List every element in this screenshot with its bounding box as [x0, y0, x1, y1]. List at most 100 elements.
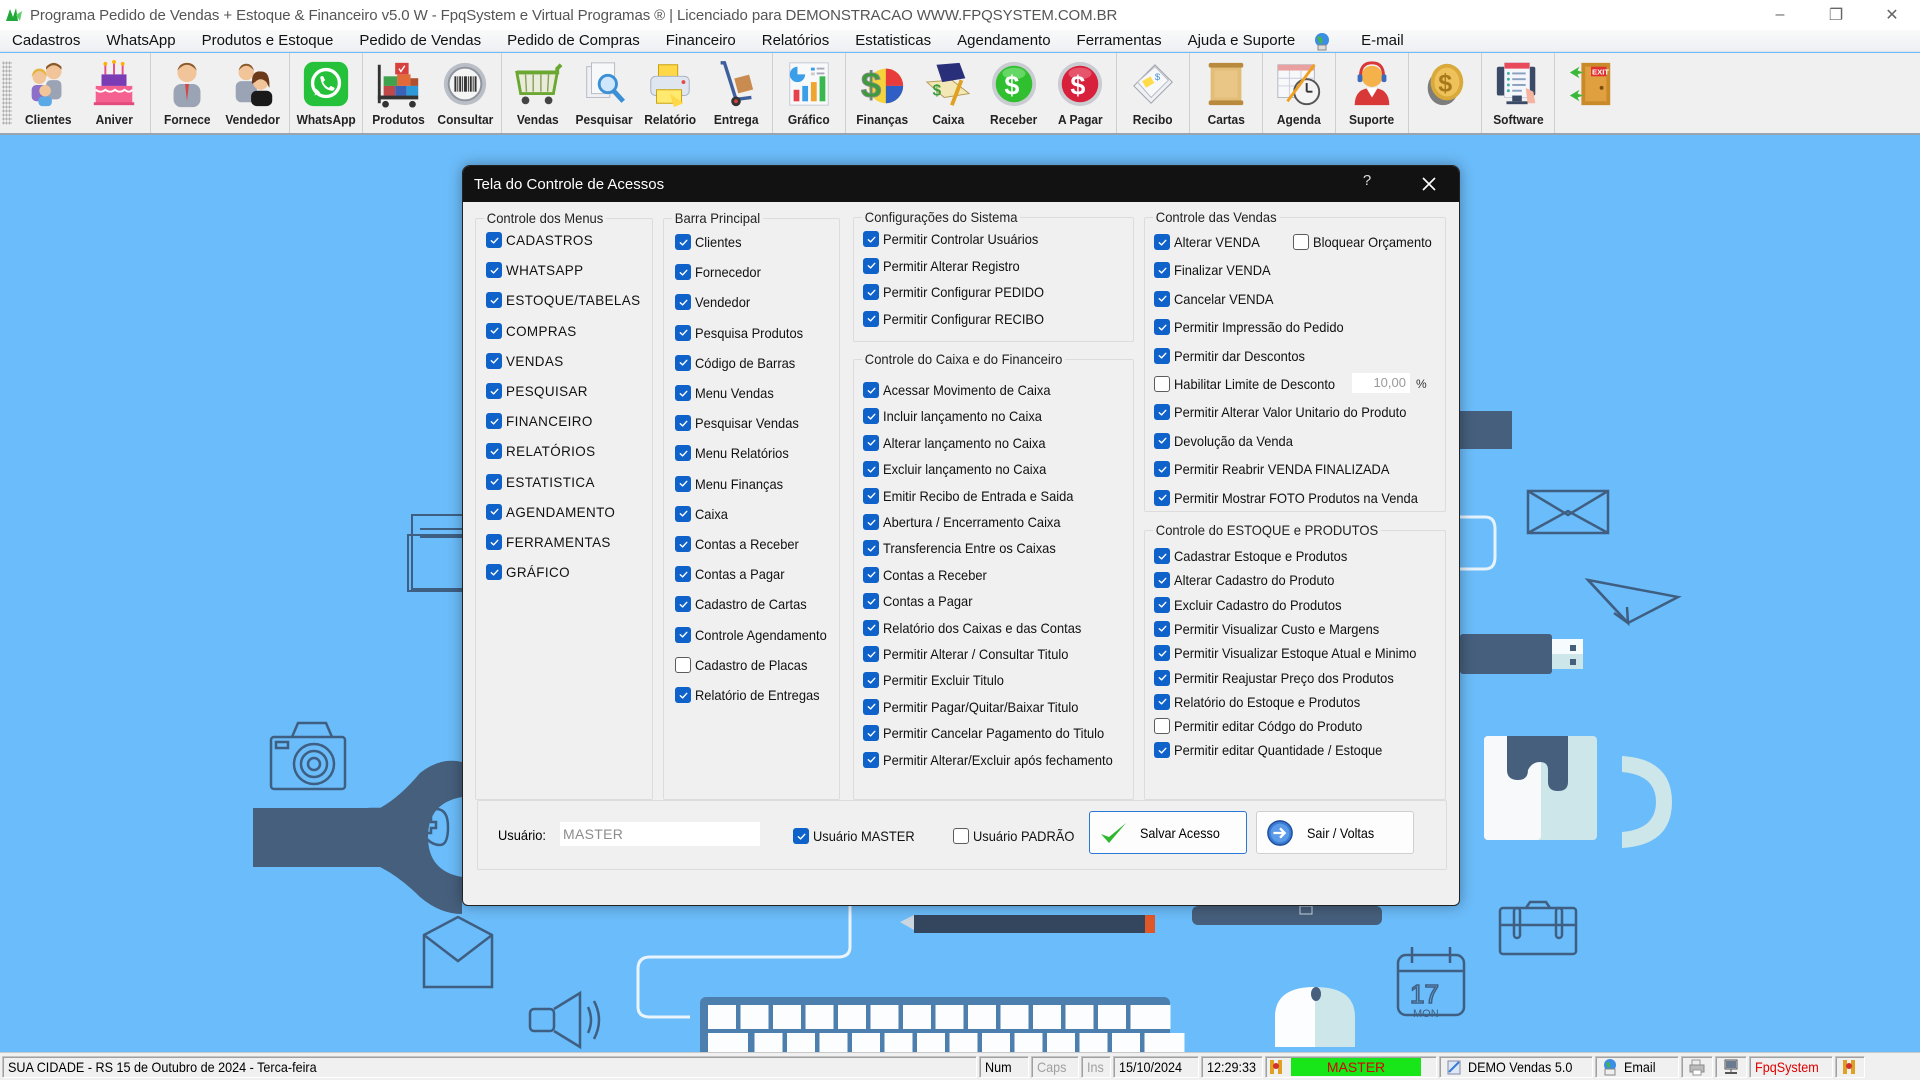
checkbox-vendas-item[interactable]: Permitir dar Descontos [1154, 347, 1316, 364]
menu-produtos-estoque[interactable]: Produtos e Estoque [189, 32, 347, 49]
toolbar-recibo-button[interactable]: $ Recibo [1120, 53, 1186, 133]
globe-help-icon[interactable] [1312, 31, 1332, 51]
checkbox-box[interactable] [1154, 262, 1170, 279]
checkbox-menus-item[interactable]: ESTOQUE/TABELAS [486, 292, 646, 309]
menu-financeiro[interactable]: Financeiro [653, 32, 749, 49]
checkbox-box[interactable] [863, 566, 879, 583]
checkbox-box[interactable] [863, 257, 879, 274]
checkbox-box[interactable] [1154, 742, 1170, 759]
checkbox-barra-item[interactable]: Clientes [675, 234, 746, 250]
checkbox-box[interactable] [1154, 432, 1170, 449]
checkbox-box[interactable] [675, 324, 691, 341]
checkbox-usuario-padrao[interactable]: Usuário PADRÃO [953, 828, 1083, 844]
checkbox-caixa-item[interactable]: Permitir Cancelar Pagamento do Titulo [863, 725, 1123, 742]
checkbox-box[interactable] [863, 619, 879, 636]
checkbox-vendas-item[interactable]: Cancelar VENDA [1154, 290, 1282, 307]
checkbox-box[interactable] [675, 566, 691, 583]
checkbox-box[interactable] [486, 473, 502, 490]
checkbox-box[interactable] [1154, 347, 1170, 364]
toolbar-consultar-button[interactable]: Consultar [432, 53, 498, 133]
checkbox-box[interactable] [1154, 319, 1170, 336]
checkbox-barra-item[interactable]: Menu Finanças [675, 475, 791, 492]
checkbox-box[interactable] [486, 383, 502, 399]
checkbox-vendas-item[interactable]: Devolução da Venda [1154, 432, 1303, 449]
checkbox-box[interactable] [1154, 572, 1170, 589]
checkbox-menus-item[interactable]: AGENDAMENTO [486, 503, 620, 520]
checkbox-barra-item[interactable]: Contas a Receber [675, 536, 808, 552]
checkbox-box[interactable] [675, 656, 691, 673]
checkbox-box[interactable] [675, 445, 691, 462]
checkbox-barra-item[interactable]: Controle Agendamento [675, 626, 838, 643]
checkbox-vendas-item[interactable]: Habilitar Limite de Desconto [1154, 376, 1349, 392]
toolbar-exit-button[interactable]: EXIT [1558, 53, 1624, 133]
toolbar-financas-button[interactable]: $ Finanças [849, 53, 915, 133]
checkbox-box[interactable] [486, 503, 502, 520]
checkbox-barra-item[interactable]: Relatório de Entregas [675, 687, 830, 703]
checkbox-caixa-item[interactable]: Contas a Pagar [863, 593, 980, 610]
help-button[interactable]: ? [1355, 172, 1379, 189]
checkbox-vendas-item[interactable]: Alterar VENDA [1154, 234, 1267, 250]
toolbar-entrega-button[interactable]: Entrega [703, 53, 769, 133]
checkbox-box[interactable] [486, 413, 502, 430]
checkbox-menus-item[interactable]: FERRAMENTAS [486, 534, 615, 550]
menu-email[interactable]: E-mail [1348, 32, 1417, 49]
checkbox-box[interactable] [1154, 489, 1170, 506]
menu-relatorios[interactable]: Relatórios [749, 32, 843, 49]
toolbar-coin-button[interactable]: $ [1412, 53, 1478, 133]
checkbox-box[interactable] [863, 408, 879, 425]
checkbox-box[interactable] [675, 536, 691, 552]
checkbox-estoque-item[interactable]: Permitir editar Quantidade / Estoque [1154, 742, 1400, 759]
toolbar-relatorio-button[interactable]: Relatório [637, 53, 703, 133]
checkbox-caixa-item[interactable]: Incluir lançamento no Caixa [863, 408, 1056, 425]
checkbox-menus-item[interactable]: WHATSAPP [486, 262, 587, 279]
checkbox-menus-item[interactable]: ESTATISTICA [486, 473, 599, 490]
checkbox-box[interactable] [1154, 718, 1170, 735]
checkbox-sistema-item[interactable]: Permitir Controlar Usuários [863, 231, 1052, 247]
checkbox-caixa-item[interactable]: Permitir Alterar/Excluir após fechamento [863, 751, 1133, 768]
checkbox-box[interactable] [486, 232, 502, 248]
checkbox-barra-item[interactable]: Fornecedor [675, 264, 767, 281]
toolbar-grafico-button[interactable]: Gráfico [776, 53, 842, 133]
checkbox-box[interactable] [1154, 234, 1170, 250]
checkbox-box[interactable] [1154, 693, 1170, 710]
checkbox-box[interactable] [953, 828, 969, 844]
checkbox-usuario-master[interactable]: Usuário MASTER [793, 828, 923, 844]
checkbox-barra-item[interactable]: Contas a Pagar [675, 566, 792, 583]
checkbox-box[interactable] [675, 626, 691, 643]
checkbox-barra-item[interactable]: Código de Barras [675, 354, 804, 371]
checkbox-estoque-item[interactable]: Cadastrar Estoque e Produtos [1154, 548, 1362, 564]
checkbox-box[interactable] [1154, 461, 1170, 478]
checkbox-box[interactable] [486, 352, 502, 369]
status-key-button[interactable] [1835, 1055, 1865, 1078]
toolbar-software-button[interactable]: Software [1485, 53, 1551, 133]
checkbox-caixa-item[interactable]: Permitir Alterar / Consultar Titulo [863, 646, 1085, 662]
checkbox-box[interactable] [863, 434, 879, 451]
checkbox-menus-item[interactable]: GRÁFICO [486, 564, 573, 581]
toolbar-clientes-button[interactable]: Clientes [15, 53, 81, 133]
checkbox-caixa-item[interactable]: Contas a Receber [863, 566, 996, 583]
checkbox-caixa-item[interactable]: Transferencia Entre os Caixas [863, 540, 1071, 557]
checkbox-vendas-item[interactable]: Permitir Mostrar FOTO Produtos na Venda [1154, 489, 1439, 506]
menu-agendamento[interactable]: Agendamento [944, 32, 1063, 49]
checkbox-caixa-item[interactable]: Permitir Excluir Titulo [863, 672, 1014, 689]
close-window-button[interactable]: ✕ [1864, 0, 1920, 30]
usuario-input[interactable]: MASTER [560, 822, 760, 846]
menu-pedido-compras[interactable]: Pedido de Compras [494, 32, 653, 49]
checkbox-box[interactable] [863, 284, 879, 300]
minimize-button[interactable]: – [1752, 0, 1808, 30]
checkbox-box[interactable] [675, 264, 691, 281]
checkbox-barra-item[interactable]: Pesquisar Vendas [675, 415, 808, 432]
toolbar-caixa-button[interactable]: $ Caixa [915, 53, 981, 133]
status-network-button[interactable] [1715, 1055, 1747, 1078]
checkbox-box[interactable] [675, 415, 691, 432]
checkbox-estoque-item[interactable]: Permitir Visualizar Custo e Margens [1154, 620, 1397, 637]
discount-limit-input[interactable]: 10,00 [1352, 373, 1410, 393]
toolbar-agenda-button[interactable]: Agenda [1266, 53, 1332, 133]
checkbox-bloquear-orcamento[interactable]: Bloquear Orçamento [1293, 234, 1442, 250]
checkbox-caixa-item[interactable]: Abertura / Encerramento Caixa [863, 514, 1076, 530]
checkbox-barra-item[interactable]: Cadastro de Placas [675, 656, 817, 673]
checkbox-box[interactable] [1154, 404, 1170, 421]
checkbox-caixa-item[interactable]: Alterar lançamento no Caixa [863, 434, 1060, 451]
menu-cadastros[interactable]: Cadastros [0, 32, 93, 49]
checkbox-vendas-item[interactable]: Permitir Alterar Valor Unitario do Produ… [1154, 404, 1427, 421]
